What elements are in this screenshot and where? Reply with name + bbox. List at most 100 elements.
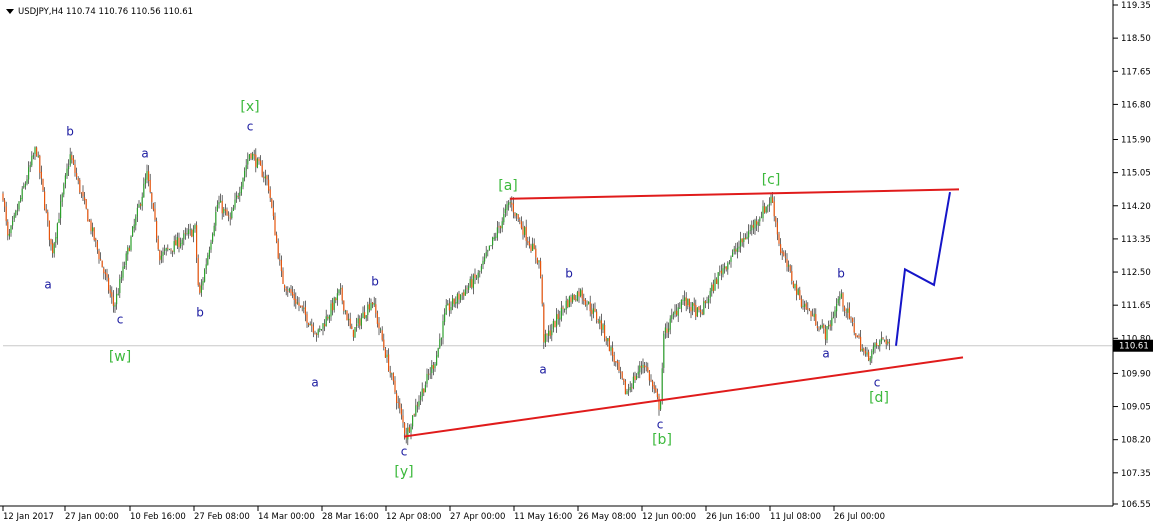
candle-body — [776, 222, 778, 235]
wave-label: a — [539, 363, 546, 377]
candle-body — [98, 250, 100, 260]
candle-body — [629, 386, 631, 390]
candle-body — [330, 303, 332, 317]
candle-body — [546, 333, 548, 336]
candle-body — [151, 192, 153, 203]
candle-body — [847, 308, 849, 313]
candle-body — [408, 427, 410, 432]
candle-body — [322, 323, 324, 329]
candle-body — [418, 400, 420, 407]
candle-body — [346, 310, 348, 321]
candle-body — [514, 212, 516, 217]
candle-body — [23, 186, 25, 188]
candle-body — [727, 262, 729, 270]
candle-body — [135, 216, 137, 226]
candle-body — [93, 227, 95, 240]
candle-body — [216, 205, 218, 212]
candle-body — [706, 301, 708, 303]
candle-body — [130, 236, 132, 251]
candle-body — [570, 297, 572, 303]
price-chart[interactable]: bac[w]ab[x]cabc[y][a]abc[b][c]bac[d] 119… — [0, 0, 1155, 527]
candle-body — [149, 179, 151, 193]
candle-body — [714, 278, 716, 291]
candle-body — [420, 395, 422, 401]
candle-body — [196, 225, 198, 258]
wave-label: [x] — [240, 99, 259, 115]
candle-body — [292, 292, 294, 296]
candle-body — [392, 373, 394, 382]
candle-body — [325, 316, 327, 327]
candle-body — [655, 388, 657, 393]
candle-body — [853, 323, 855, 333]
y-tick-label: 116.80 — [1121, 100, 1151, 110]
candle-body — [188, 229, 190, 234]
candle-body — [709, 290, 711, 298]
candle-body — [44, 191, 46, 209]
candle-body — [728, 261, 730, 263]
candle-body — [168, 249, 170, 250]
candle-body — [592, 308, 594, 314]
candle-body — [885, 339, 887, 345]
candle-body — [703, 301, 705, 315]
candle-body — [380, 329, 382, 331]
candle-body — [333, 297, 335, 310]
candle-body — [783, 252, 785, 256]
candle-body — [503, 213, 505, 223]
candle-body — [647, 367, 649, 372]
candle-body — [116, 294, 118, 305]
candle-body — [237, 195, 239, 197]
candle-body — [815, 314, 817, 326]
candle-body — [855, 333, 857, 337]
candle-body — [58, 218, 60, 223]
candle-body — [863, 348, 865, 352]
candle-body — [308, 323, 310, 325]
candle-body — [2, 193, 4, 201]
wave-label: c — [247, 120, 254, 134]
candle-body — [239, 192, 241, 196]
candle-body — [255, 154, 257, 167]
candle-body — [53, 243, 55, 254]
candle-body — [66, 168, 68, 176]
candle-body — [762, 206, 764, 219]
candle-body — [52, 243, 54, 253]
candle-body — [127, 247, 129, 255]
y-tick-label: 113.35 — [1121, 235, 1151, 245]
candle-body — [341, 287, 343, 301]
candle-body — [164, 249, 166, 251]
candle-body — [79, 179, 81, 193]
candle-body — [690, 307, 692, 312]
candle-body — [581, 290, 583, 299]
candle-body — [263, 177, 265, 178]
candle-body — [92, 227, 94, 232]
candle-body — [63, 184, 65, 195]
candle-body — [807, 308, 809, 310]
candle-body — [877, 345, 879, 346]
candle-body — [204, 269, 206, 282]
y-tick-label: 109.90 — [1121, 369, 1151, 379]
candle-body — [468, 286, 470, 290]
candle-body — [541, 276, 543, 304]
x-tick-label: 26 Jun 16:00 — [706, 512, 760, 522]
candle-body — [864, 351, 866, 354]
candle-body — [109, 289, 111, 294]
candle-body — [620, 371, 622, 373]
candle-body — [572, 295, 574, 302]
candle-body — [765, 206, 767, 213]
candle-body — [756, 220, 758, 225]
candle-body — [133, 224, 135, 229]
wave-label: a — [44, 278, 51, 292]
candle-body — [738, 246, 740, 249]
candle-body — [106, 273, 108, 278]
candle-body — [383, 339, 385, 348]
candle-body — [144, 178, 146, 184]
candle-body — [260, 160, 262, 166]
candle-body — [628, 389, 630, 391]
candle-body — [820, 326, 822, 329]
candle-body — [852, 318, 854, 323]
candle-body — [388, 354, 390, 371]
candle-body — [813, 313, 815, 317]
candle-body — [500, 226, 502, 228]
candle-body — [69, 154, 71, 166]
candle-body — [831, 318, 833, 326]
candle-body — [114, 304, 116, 307]
